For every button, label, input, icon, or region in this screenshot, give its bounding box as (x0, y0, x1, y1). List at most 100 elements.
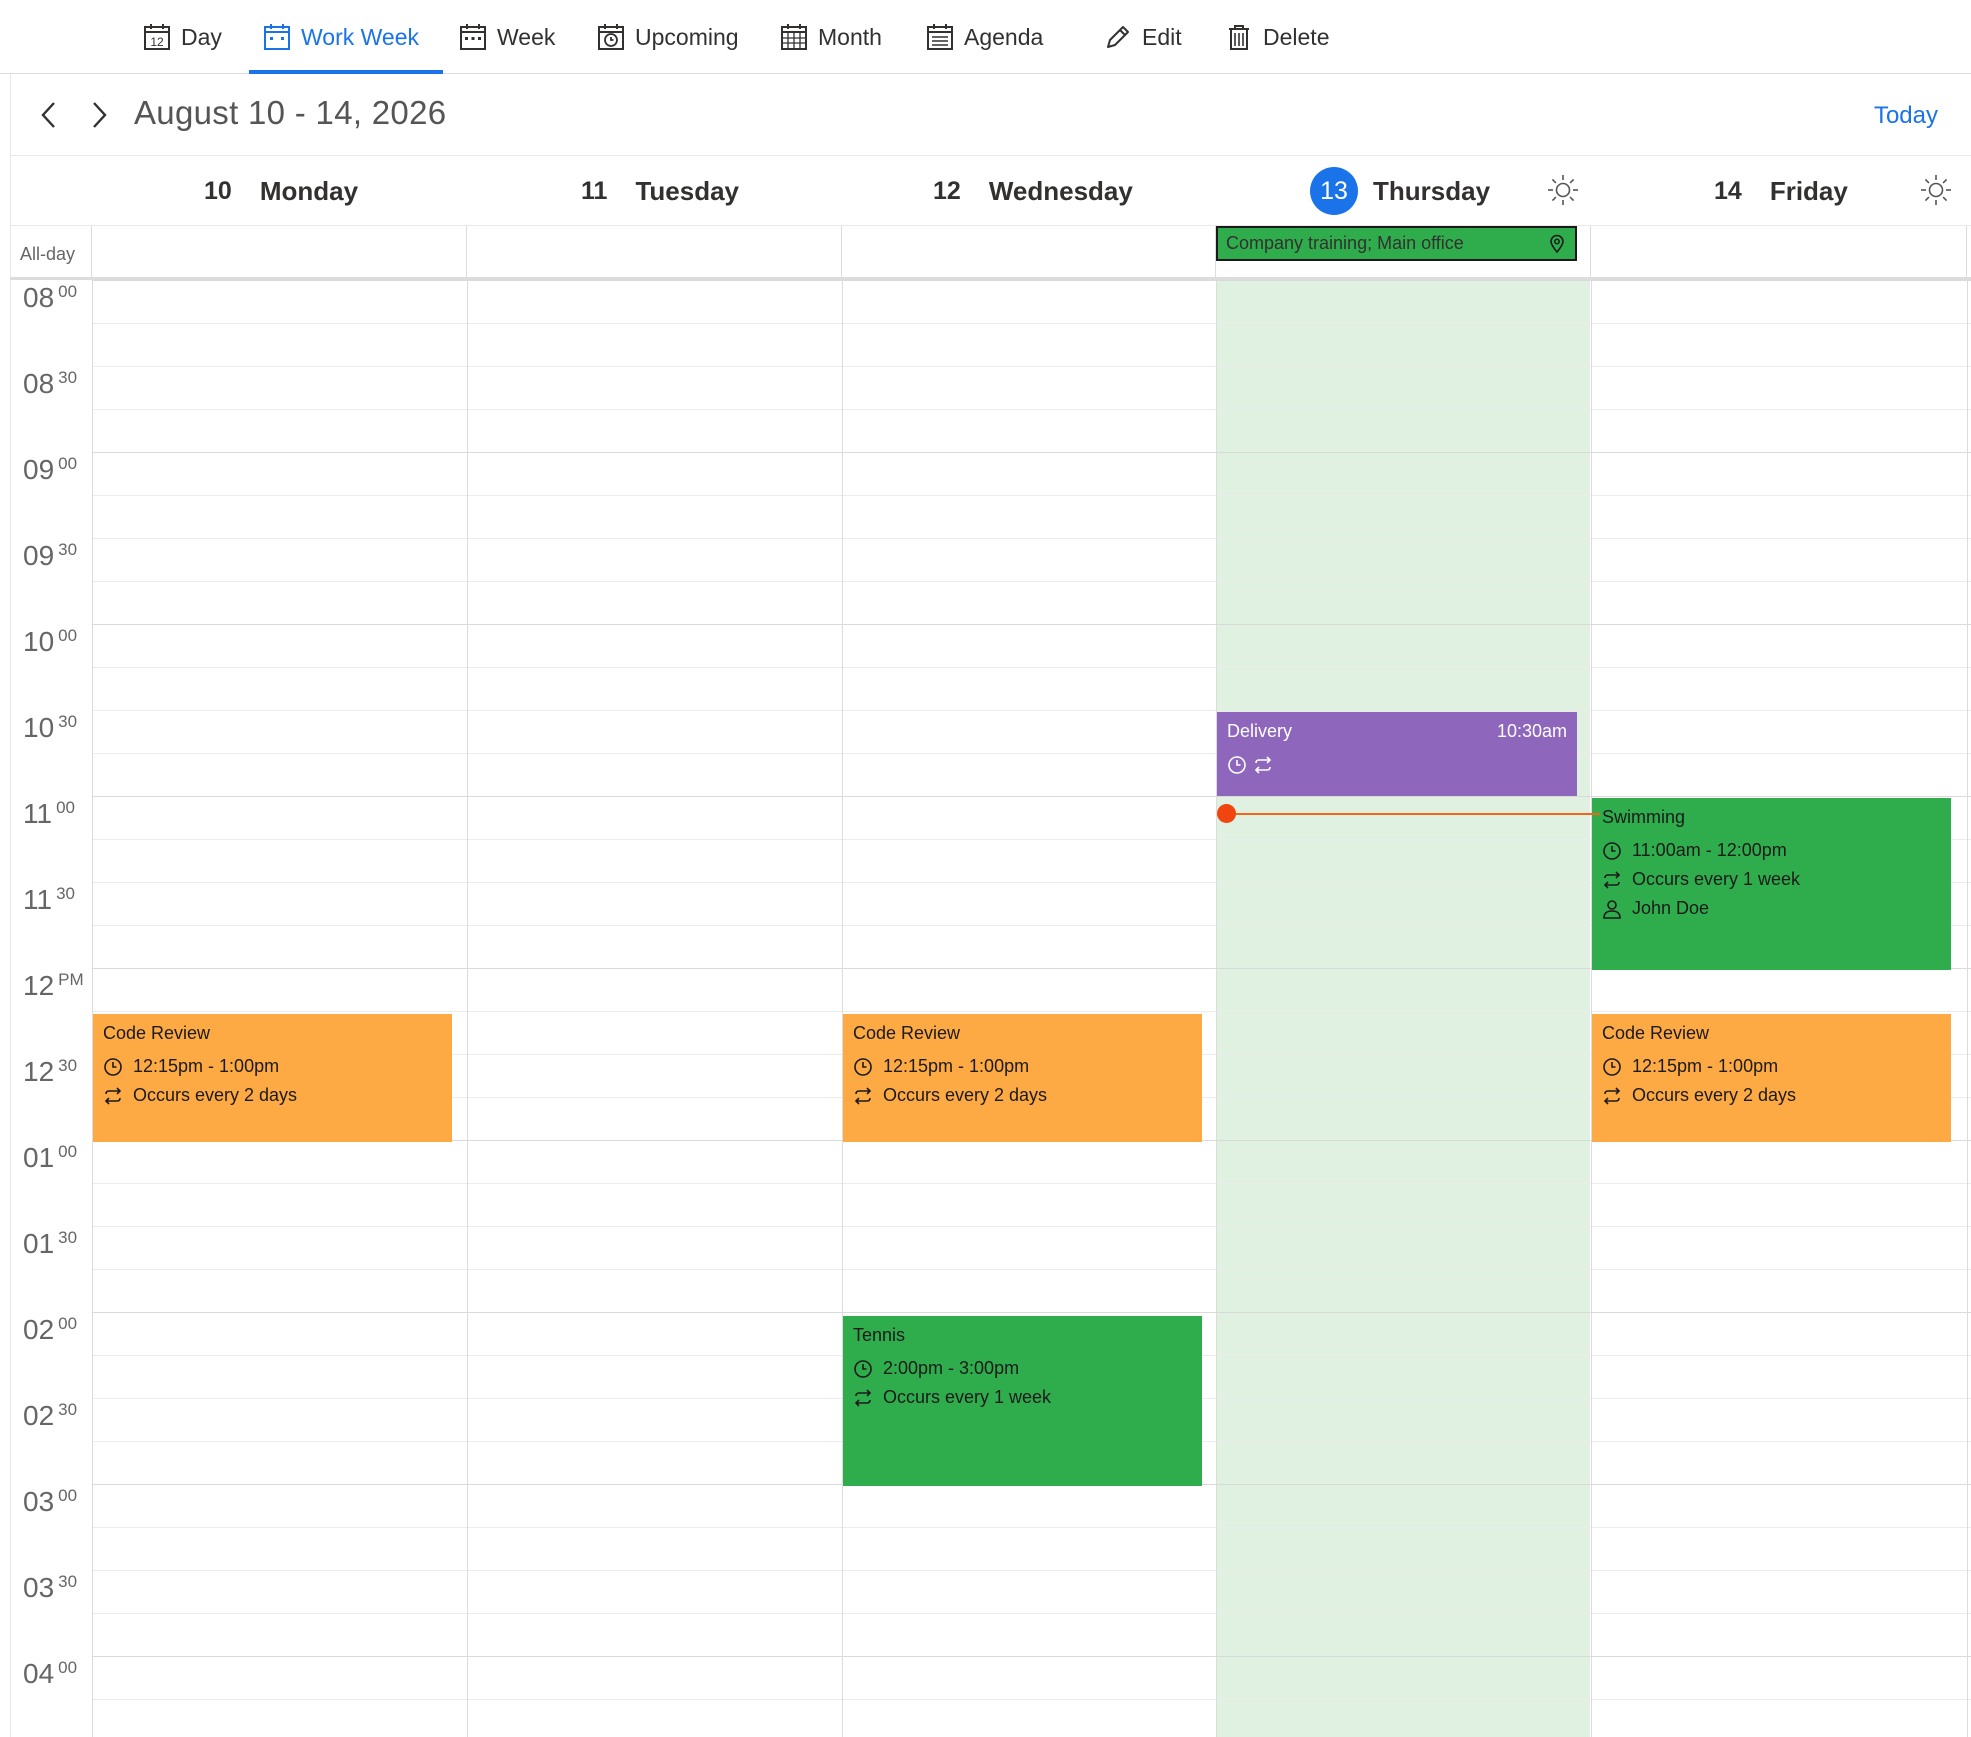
event-title: Company training; Main office (1226, 233, 1464, 253)
clock-icon (1228, 755, 1246, 774)
work-week-view-button[interactable]: Work Week (248, 0, 444, 74)
delete-button[interactable]: Delete (1225, 0, 1329, 74)
day-name: Thursday (1373, 175, 1491, 206)
date-range-title: August 10 - 14, 2026 (134, 94, 447, 131)
divider (1967, 280, 1968, 1737)
day-header-row: 10 Monday 11 Tuesday 12 Wednesday 13 Thu… (10, 156, 1971, 226)
grid-line (92, 1699, 1971, 1700)
repeat-icon (1603, 870, 1621, 889)
week-view-button[interactable]: Week (459, 0, 555, 74)
grid-line (92, 753, 1971, 754)
clock-icon (104, 1057, 122, 1076)
divider (1590, 226, 1591, 280)
upcoming-view-label: Upcoming (635, 23, 739, 50)
all-day-label: All-day (20, 244, 76, 264)
calendar-upcoming-icon (598, 24, 624, 50)
today-column-highlight (1216, 280, 1590, 1737)
event-code-review-wednesday[interactable]: Code Review 12:15pm - 1:00pm Occurs ever… (843, 1014, 1202, 1142)
grid-line (92, 495, 1971, 496)
time-label: 02 30 (23, 1400, 78, 1431)
event-time: 2:00pm - 3:00pm (883, 1358, 1020, 1378)
grid-line (92, 581, 1971, 582)
event-title: Delivery (1227, 721, 1293, 741)
agenda-icon (927, 24, 953, 50)
time-label: 12 PM (23, 970, 84, 1001)
repeat-icon (854, 1086, 872, 1105)
grid-line (92, 280, 1971, 281)
calendar-work-week-icon (264, 24, 290, 50)
grid-line (92, 796, 1971, 797)
grid-line (92, 1570, 1971, 1571)
grid-line (92, 624, 1971, 625)
day-view-button[interactable]: 12 Day (143, 0, 222, 74)
pencil-icon (1107, 26, 1129, 48)
grid-line (92, 1011, 1971, 1012)
event-recurrence: Occurs every 2 days (133, 1085, 298, 1105)
svg-text:12: 12 (150, 35, 164, 49)
event-swimming[interactable]: Swimming 11:00am - 12:00pm Occurs every … (1592, 798, 1951, 970)
time-grid: 08 00 08 30 09 00 09 30 10 00 10 30 11 00 11 30 12 PM 12 30… (10, 280, 1971, 1737)
repeat-icon (854, 1388, 872, 1407)
month-view-button[interactable]: Month (780, 0, 882, 74)
event-time: 10:30am (1496, 721, 1567, 741)
day-header-friday[interactable]: 14 Friday (1714, 156, 1848, 226)
grid-line (92, 366, 1971, 367)
event-code-review-friday[interactable]: Code Review 12:15pm - 1:00pm Occurs ever… (1592, 1014, 1951, 1142)
next-button[interactable] (83, 98, 115, 132)
grid-line (92, 1613, 1971, 1614)
location-pin-icon (1550, 234, 1564, 253)
event-recurrence: Occurs every 1 week (1632, 869, 1801, 889)
agenda-view-button[interactable]: Agenda (926, 0, 1043, 74)
event-delivery[interactable]: Delivery 10:30am (1217, 712, 1577, 796)
repeat-icon (104, 1086, 122, 1105)
grid-line (92, 409, 1971, 410)
event-title: Code Review (103, 1023, 211, 1043)
trash-icon (1229, 25, 1249, 50)
time-label: 09 30 (23, 540, 78, 571)
sun-icon (1921, 175, 1951, 205)
delete-label: Delete (1263, 23, 1330, 50)
time-label: 04 00 (23, 1658, 78, 1689)
time-label: 01 00 (23, 1142, 78, 1173)
day-header-wednesday[interactable]: 12 Wednesday (933, 156, 1133, 226)
all-day-event-company-training[interactable]: Company training; Main office (1216, 226, 1577, 261)
grid-line (92, 667, 1971, 668)
day-name: Friday (1769, 175, 1848, 206)
divider (841, 226, 842, 280)
divider (1966, 226, 1967, 280)
time-label: 08 00 (23, 282, 78, 313)
time-label: 02 00 (23, 1314, 78, 1345)
event-recurrence: Occurs every 2 days (883, 1085, 1048, 1105)
chevron-right-icon (93, 102, 107, 128)
clock-icon (1603, 1057, 1621, 1076)
time-label: 10 30 (23, 712, 78, 743)
edit-label: Edit (1142, 23, 1182, 50)
clock-icon (1603, 841, 1621, 860)
event-tennis[interactable]: Tennis 2:00pm - 3:00pm Occurs every 1 we… (843, 1316, 1202, 1486)
edit-button[interactable]: Edit (1104, 0, 1182, 74)
upcoming-view-button[interactable]: Upcoming (597, 0, 739, 74)
divider (92, 280, 93, 1737)
event-title: Code Review (1602, 1023, 1710, 1043)
grid-line (92, 323, 1971, 324)
calendar-day-icon: 12 (144, 24, 170, 50)
current-time-line (1226, 813, 1600, 815)
divider (842, 280, 843, 1737)
today-button[interactable]: Today (1874, 102, 1938, 130)
event-code-review-monday[interactable]: Code Review 12:15pm - 1:00pm Occurs ever… (93, 1014, 452, 1142)
day-header-thursday[interactable]: 13 Thursday (1310, 156, 1490, 226)
calendar-week-icon (460, 24, 486, 50)
current-time-dot (1217, 804, 1236, 823)
previous-button[interactable] (33, 98, 65, 132)
divider (466, 226, 467, 280)
grid-line (92, 710, 1971, 711)
day-header-monday[interactable]: 10 Monday (204, 156, 358, 226)
clock-icon (854, 1359, 872, 1378)
day-header-tuesday[interactable]: 11 Tuesday (581, 156, 739, 226)
event-attendee: John Doe (1632, 898, 1710, 918)
grid-line (92, 538, 1971, 539)
day-name: Wednesday (988, 175, 1133, 206)
time-label: 12 30 (23, 1056, 78, 1087)
grid-line (92, 1656, 1971, 1657)
clock-icon (854, 1057, 872, 1076)
